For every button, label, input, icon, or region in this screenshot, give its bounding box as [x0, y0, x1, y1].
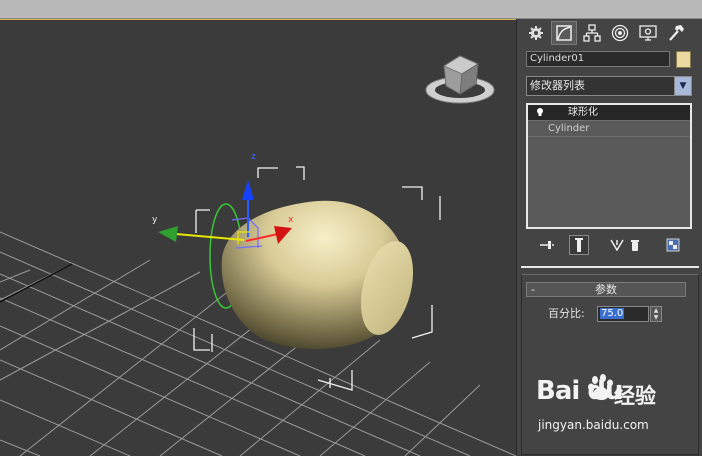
x-axis-label: x	[288, 215, 294, 225]
command-panel-tabs	[523, 21, 699, 45]
stack-item-cylinder[interactable]: Cylinder	[528, 121, 690, 137]
modifier-list-dropdown[interactable]: 修改器列表 ▼	[526, 76, 692, 96]
window-title-bar	[0, 0, 702, 19]
show-end-result-icon[interactable]	[569, 235, 589, 255]
display-tab-icon[interactable]	[635, 21, 661, 45]
baidu-paw-icon	[586, 372, 616, 405]
baidu-jingyan-watermark: Bai du 经验 jingyan.baidu.com	[536, 374, 696, 440]
y-axis-arrow[interactable]	[158, 226, 178, 242]
remove-modifier-icon[interactable]	[625, 235, 645, 255]
parameters-rollout-header[interactable]: - 参数	[526, 282, 686, 297]
make-unique-icon[interactable]	[607, 235, 627, 255]
utilities-hammer-icon[interactable]	[663, 21, 689, 45]
z-axis-label: z	[251, 152, 256, 162]
viewport-canvas: z y x	[0, 55, 516, 456]
rollout-title: 参数	[595, 283, 617, 296]
modifier-stack: 球形化 Cylinder	[526, 103, 692, 229]
object-color-swatch[interactable]	[676, 51, 691, 68]
jingyan-text: 经验	[614, 384, 656, 408]
percent-input[interactable]: 75.0	[597, 306, 649, 322]
percent-spinner[interactable]: ▲ ▼	[650, 306, 662, 322]
panel-divider	[521, 266, 699, 268]
hierarchy-tab-icon[interactable]	[579, 21, 605, 45]
pin-stack-icon[interactable]	[537, 235, 557, 255]
watermark-url: jingyan.baidu.com	[538, 418, 649, 432]
perspective-viewport[interactable]: z y x	[0, 19, 516, 456]
lightbulb-icon[interactable]	[535, 107, 545, 117]
z-axis-arrow[interactable]	[242, 180, 254, 200]
stack-item-spherify[interactable]: 球形化	[528, 105, 690, 121]
motion-tab-icon[interactable]	[607, 21, 633, 45]
object-name-field[interactable]	[526, 51, 670, 67]
modifier-list-label: 修改器列表	[530, 79, 585, 92]
percent-label: 百分比:	[548, 307, 585, 320]
stack-tools	[527, 235, 693, 257]
percent-value: 75.0	[600, 308, 625, 319]
stack-item-label: Cylinder	[548, 123, 590, 134]
grid-axis-line	[0, 263, 73, 303]
stack-item-label: 球形化	[568, 107, 598, 118]
y-axis-label: y	[152, 215, 158, 225]
viewcube-icon[interactable]	[425, 55, 495, 104]
configure-modifier-sets-icon[interactable]	[663, 235, 683, 255]
create-tab-icon[interactable]	[523, 21, 549, 45]
modify-tab-icon[interactable]	[551, 21, 577, 45]
chevron-down-icon[interactable]: ▼	[674, 77, 691, 95]
